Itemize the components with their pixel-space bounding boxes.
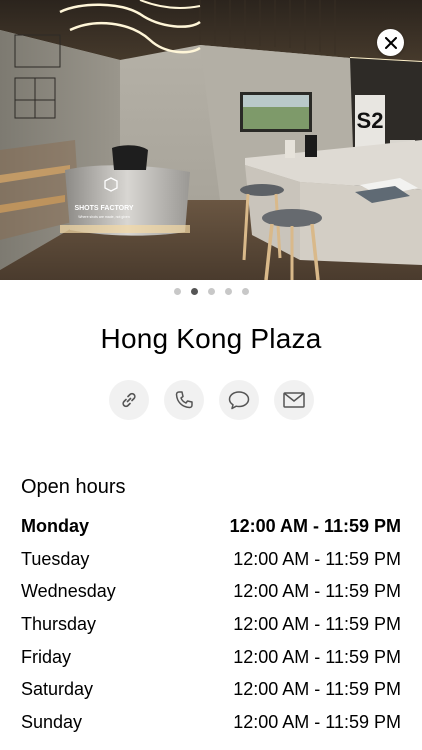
link-button[interactable] xyxy=(108,380,149,420)
day-label: Sunday xyxy=(21,711,83,732)
open-hours-list: Monday 12:00 AM - 11:59 PM Tuesday 12:00… xyxy=(21,510,401,739)
time-range: 12:00 AM - 11:59 PM xyxy=(233,679,401,700)
time-range: 12:00 AM - 11:59 PM xyxy=(233,613,401,634)
hours-row-sunday: Sunday 12:00 AM - 11:59 PM xyxy=(21,706,401,739)
hours-row-friday: Friday 12:00 AM - 11:59 PM xyxy=(21,641,401,674)
day-label: Saturday xyxy=(21,679,94,700)
hero-image[interactable]: SHOTS FACTORY Where shots are made, not … xyxy=(0,0,422,280)
day-label: Wednesday xyxy=(21,581,116,602)
phone-button[interactable] xyxy=(163,380,204,420)
phone-icon xyxy=(175,391,193,409)
message-bubble-icon xyxy=(228,391,249,410)
contact-actions xyxy=(0,380,422,420)
time-range: 12:00 AM - 11:59 PM xyxy=(229,515,401,536)
hours-row-tuesday: Tuesday 12:00 AM - 11:59 PM xyxy=(21,543,401,576)
time-range: 12:00 AM - 11:59 PM xyxy=(233,711,401,732)
open-hours-title: Open hours xyxy=(21,476,126,498)
store-name: Hong Kong Plaza xyxy=(100,323,322,354)
hours-row-saturday: Saturday 12:00 AM - 11:59 PM xyxy=(21,673,401,706)
svg-text:S2: S2 xyxy=(357,108,384,133)
showroom-photo: SHOTS FACTORY Where shots are made, not … xyxy=(0,0,422,280)
time-range: 12:00 AM - 11:59 PM xyxy=(233,548,401,569)
carousel-dot[interactable] xyxy=(207,288,215,295)
time-range: 12:00 AM - 11:59 PM xyxy=(233,646,401,667)
message-button[interactable] xyxy=(218,380,259,420)
carousel-dot[interactable] xyxy=(241,288,249,295)
carousel-dot-active[interactable] xyxy=(190,288,198,295)
day-label: Monday xyxy=(21,515,90,536)
envelope-icon xyxy=(282,392,305,408)
email-button[interactable] xyxy=(273,380,314,420)
carousel-indicator[interactable] xyxy=(0,288,422,295)
svg-text:SHOTS FACTORY: SHOTS FACTORY xyxy=(74,205,133,212)
time-range: 12:00 AM - 11:59 PM xyxy=(233,581,401,602)
close-icon xyxy=(384,36,397,49)
hours-row-thursday: Thursday 12:00 AM - 11:59 PM xyxy=(21,608,401,641)
svg-text:Where shots are made, not give: Where shots are made, not given xyxy=(78,215,130,219)
hours-row-monday: Monday 12:00 AM - 11:59 PM xyxy=(21,510,401,543)
close-button[interactable] xyxy=(377,29,404,56)
carousel-dot[interactable] xyxy=(224,288,232,295)
hours-row-wednesday: Wednesday 12:00 AM - 11:59 PM xyxy=(21,575,401,608)
link-icon xyxy=(121,392,136,408)
day-label: Thursday xyxy=(21,613,97,634)
day-label: Tuesday xyxy=(21,548,90,569)
carousel-dot[interactable] xyxy=(173,288,181,295)
day-label: Friday xyxy=(21,646,72,667)
